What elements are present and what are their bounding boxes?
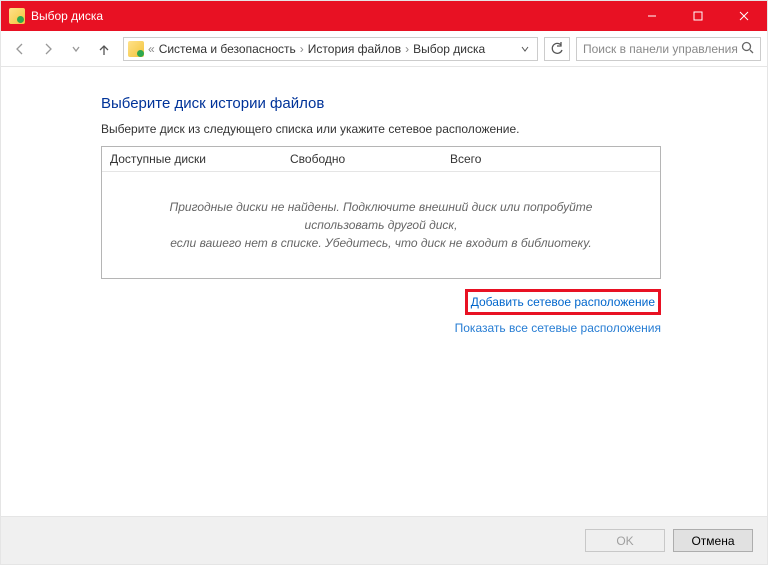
search-icon xyxy=(741,41,754,57)
disk-table: Доступные диски Свободно Всего Пригодные… xyxy=(101,146,661,279)
ok-button: OK xyxy=(585,529,665,552)
folder-icon xyxy=(128,41,144,57)
breadcrumb-item[interactable]: Выбор диска xyxy=(413,42,485,56)
address-dropdown[interactable] xyxy=(517,38,533,60)
empty-line2: если вашего нет в списке. Убедитесь, что… xyxy=(132,234,630,252)
search-input[interactable]: Поиск в панели управления xyxy=(576,37,761,61)
empty-state: Пригодные диски не найдены. Подключите в… xyxy=(102,172,660,278)
add-network-link[interactable]: Добавить сетевое расположение xyxy=(471,295,655,309)
breadcrumb-prefix: « xyxy=(148,42,155,56)
back-button[interactable] xyxy=(7,37,33,61)
table-header: Доступные диски Свободно Всего xyxy=(102,147,660,172)
page-heading: Выберите диск истории файлов xyxy=(101,95,767,112)
content-area: Выберите диск истории файлов Выберите ди… xyxy=(1,67,767,516)
titlebar: Выбор диска xyxy=(1,1,767,31)
show-all-link[interactable]: Показать все сетевые расположения xyxy=(455,321,661,335)
chevron-right-icon: › xyxy=(405,42,409,56)
breadcrumb-item[interactable]: Система и безопасность xyxy=(159,42,296,56)
breadcrumb-item[interactable]: История файлов xyxy=(308,42,401,56)
up-button[interactable] xyxy=(91,37,117,61)
window-title: Выбор диска xyxy=(31,9,103,23)
footer: OK Отмена xyxy=(1,516,767,564)
chevron-right-icon: › xyxy=(300,42,304,56)
col-free[interactable]: Свободно xyxy=(282,147,442,171)
highlight-box: Добавить сетевое расположение xyxy=(465,289,661,315)
window-controls xyxy=(629,1,767,31)
close-button[interactable] xyxy=(721,1,767,31)
links: Добавить сетевое расположение Показать в… xyxy=(101,289,661,335)
search-placeholder: Поиск в панели управления xyxy=(583,42,741,56)
app-icon xyxy=(9,8,25,24)
col-total[interactable]: Всего xyxy=(442,147,660,171)
col-available[interactable]: Доступные диски xyxy=(102,147,282,171)
recent-dropdown[interactable] xyxy=(63,37,89,61)
minimize-button[interactable] xyxy=(629,1,675,31)
cancel-button[interactable]: Отмена xyxy=(673,529,753,552)
empty-line1: Пригодные диски не найдены. Подключите в… xyxy=(132,198,630,234)
forward-button[interactable] xyxy=(35,37,61,61)
page-subtext: Выберите диск из следующего списка или у… xyxy=(101,122,767,136)
maximize-button[interactable] xyxy=(675,1,721,31)
navbar: « Система и безопасность › История файло… xyxy=(1,31,767,67)
address-bar[interactable]: « Система и безопасность › История файло… xyxy=(123,37,538,61)
refresh-button[interactable] xyxy=(544,37,570,61)
